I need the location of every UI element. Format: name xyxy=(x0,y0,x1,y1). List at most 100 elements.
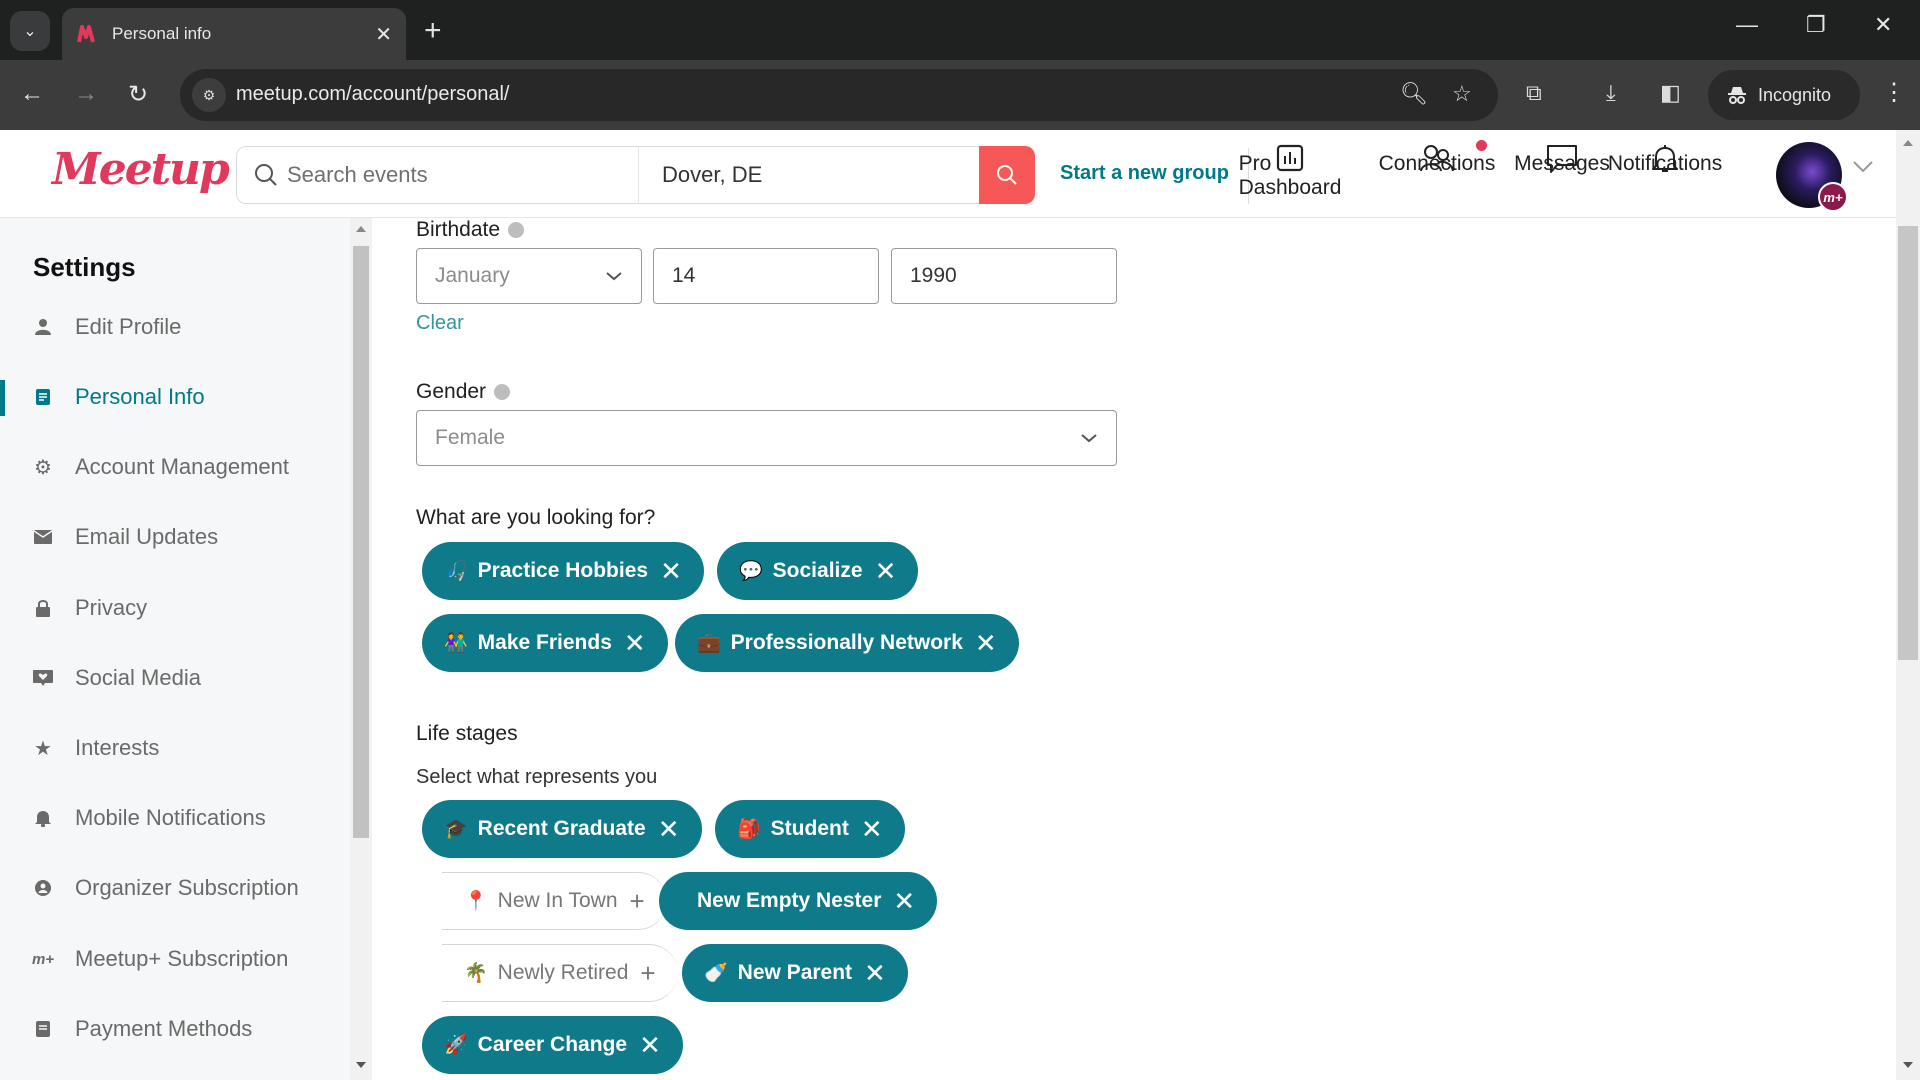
close-tab-icon[interactable]: ✕ xyxy=(375,22,392,47)
scroll-down-arrow-icon[interactable] xyxy=(356,1062,366,1068)
page-scroll-thumb[interactable] xyxy=(1898,226,1918,660)
chip-practice-hobbies[interactable]: 🎣 Practice Hobbies ✕ xyxy=(422,542,704,600)
add-icon[interactable]: + xyxy=(640,960,655,986)
birth-year-input[interactable]: 1990 xyxy=(891,248,1117,304)
meetup-plus-badge: m+ xyxy=(1818,182,1848,212)
start-new-group-link[interactable]: Start a new group xyxy=(1060,162,1229,185)
sidebar-item-account-management[interactable]: ⚙ Account Management xyxy=(0,442,350,492)
sidebar-item-organizer-subscription[interactable]: Organizer Subscription xyxy=(0,863,350,913)
search-events-input[interactable] xyxy=(287,162,638,188)
nav-connections[interactable]: Connections xyxy=(1379,140,1495,175)
scroll-up-arrow-icon[interactable] xyxy=(1903,140,1913,146)
fishing-icon: 🎣 xyxy=(444,561,468,582)
chip-new-parent[interactable]: 🍼 New Parent ✕ xyxy=(682,944,908,1002)
bookmark-star-icon[interactable]: ☆ xyxy=(1452,81,1472,107)
chip-label: New Parent xyxy=(737,961,853,984)
sidebar-item-edit-profile[interactable]: Edit Profile xyxy=(0,302,350,352)
birth-day-input[interactable]: 14 xyxy=(653,248,879,304)
nav-notifications[interactable]: Notifications xyxy=(1608,144,1722,175)
remove-icon[interactable]: ✕ xyxy=(875,558,897,584)
browser-tab[interactable]: Personal info ✕ xyxy=(62,8,406,60)
back-icon[interactable]: ← xyxy=(20,80,44,108)
chip-socialize[interactable]: 💬 Socialize ✕ xyxy=(717,542,919,600)
scroll-up-arrow-icon[interactable] xyxy=(356,226,366,232)
chevron-down-icon xyxy=(1081,434,1097,443)
download-icon[interactable]: ⤓ xyxy=(1606,80,1616,106)
birthdate-label-text: Birthdate xyxy=(416,218,501,241)
remove-icon[interactable]: ✕ xyxy=(658,816,680,842)
sidebar-item-interests[interactable]: ★ Interests xyxy=(0,723,350,773)
meetup-plus-icon: m+ xyxy=(31,950,55,968)
sidebar-item-privacy[interactable]: Privacy xyxy=(0,583,350,633)
address-bar[interactable]: ⚙ meetup.com/account/personal/ 🔍︎ ☆ xyxy=(180,69,1498,121)
url-text[interactable]: meetup.com/account/personal/ xyxy=(236,83,510,106)
baby-bottle-icon: 🍼 xyxy=(704,963,728,984)
sidebar-item-social-media[interactable]: Social Media xyxy=(0,653,350,703)
incognito-button[interactable]: Incognito xyxy=(1708,70,1860,120)
avatar[interactable]: m+ xyxy=(1776,142,1848,212)
minimize-icon[interactable]: — xyxy=(1736,12,1758,38)
chip-professionally-network[interactable]: 💼 Professionally Network ✕ xyxy=(675,614,1019,672)
zoom-icon[interactable]: 🔍︎ xyxy=(1400,81,1428,107)
page-scrollbar[interactable] xyxy=(1896,130,1920,1080)
chip-newly-retired[interactable]: 🌴 Newly Retired + xyxy=(442,944,678,1002)
sidebar-item-payment-methods[interactable]: Payment Methods xyxy=(0,1004,350,1054)
remove-icon[interactable]: ✕ xyxy=(861,816,883,842)
location-input[interactable] xyxy=(662,162,980,188)
sidebar-item-email-updates[interactable]: Email Updates xyxy=(0,512,350,562)
scroll-down-arrow-icon[interactable] xyxy=(1903,1062,1913,1068)
side-panel-icon[interactable]: ◧ xyxy=(1660,80,1681,106)
browser-tab-bar: ⌄ Personal info ✕ + — ❐ ✕ xyxy=(0,0,1920,60)
search-events-field[interactable] xyxy=(237,147,639,203)
lock-icon xyxy=(33,598,53,618)
tab-search-button[interactable]: ⌄ xyxy=(10,11,50,51)
remove-icon[interactable]: ✕ xyxy=(893,888,915,914)
birth-month-value: January xyxy=(435,264,510,287)
sidebar-item-meetup-plus-subscription[interactable]: m+ Meetup+ Subscription xyxy=(0,934,350,984)
new-tab-button[interactable]: + xyxy=(424,14,442,48)
info-icon[interactable] xyxy=(508,222,525,239)
reload-icon[interactable]: ↻ xyxy=(128,80,148,109)
info-icon[interactable] xyxy=(494,384,511,401)
birth-month-select[interactable]: January xyxy=(416,248,642,304)
gender-select[interactable]: Female xyxy=(416,410,1117,466)
chip-make-friends[interactable]: 👫 Make Friends ✕ xyxy=(422,614,668,672)
search-submit-button[interactable] xyxy=(979,146,1035,204)
heart-message-icon xyxy=(33,668,53,688)
chip-student[interactable]: 🎒 Student ✕ xyxy=(715,800,905,858)
connections-badge xyxy=(1476,140,1487,151)
search-icon xyxy=(997,165,1017,185)
sidebar-scrollbar[interactable] xyxy=(350,218,372,1080)
remove-icon[interactable]: ✕ xyxy=(624,630,646,656)
clear-birthdate-link[interactable]: Clear xyxy=(416,312,464,335)
backpack-icon: 🎒 xyxy=(737,819,761,840)
site-info-icon[interactable]: ⚙ xyxy=(192,78,226,112)
sidebar-item-personal-info[interactable]: Personal Info xyxy=(0,372,350,422)
location-field[interactable] xyxy=(640,147,980,203)
remove-icon[interactable]: ✕ xyxy=(639,1032,661,1058)
chip-recent-graduate[interactable]: 🎓 Recent Graduate ✕ xyxy=(422,800,702,858)
remove-icon[interactable]: ✕ xyxy=(864,960,886,986)
close-window-icon[interactable]: ✕ xyxy=(1874,12,1892,38)
sidebar-item-label: Organizer Subscription xyxy=(75,875,299,900)
sidebar-item-label: Account Management xyxy=(75,454,290,479)
restore-icon[interactable]: ❐ xyxy=(1806,12,1826,38)
nav-pro-dashboard[interactable]: Pro Dashboard xyxy=(1239,144,1341,199)
browser-menu-icon[interactable]: ⋮ xyxy=(1882,78,1906,107)
chip-label: Newly Retired xyxy=(497,961,629,984)
remove-icon[interactable]: ✕ xyxy=(660,558,682,584)
sidebar-scroll-thumb[interactable] xyxy=(353,246,369,838)
chevron-down-icon[interactable] xyxy=(1852,160,1874,174)
nav-label: Messages xyxy=(1514,152,1610,175)
chip-career-change[interactable]: 🚀 Career Change ✕ xyxy=(422,1016,683,1074)
chip-new-empty-nester[interactable]: New Empty Nester ✕ xyxy=(659,872,938,930)
envelope-icon xyxy=(33,527,53,547)
sidebar-item-mobile-notifications[interactable]: Mobile Notifications xyxy=(0,793,350,843)
chip-new-in-town[interactable]: 📍 New In Town + xyxy=(442,872,667,930)
remove-icon[interactable]: ✕ xyxy=(975,630,997,656)
nav-messages[interactable]: Messages xyxy=(1514,144,1610,175)
meetup-logo[interactable]: Meetup xyxy=(52,144,230,195)
forward-icon[interactable]: → xyxy=(74,80,98,108)
extensions-icon[interactable]: ⧉ xyxy=(1526,80,1542,106)
add-icon[interactable]: + xyxy=(630,888,645,914)
